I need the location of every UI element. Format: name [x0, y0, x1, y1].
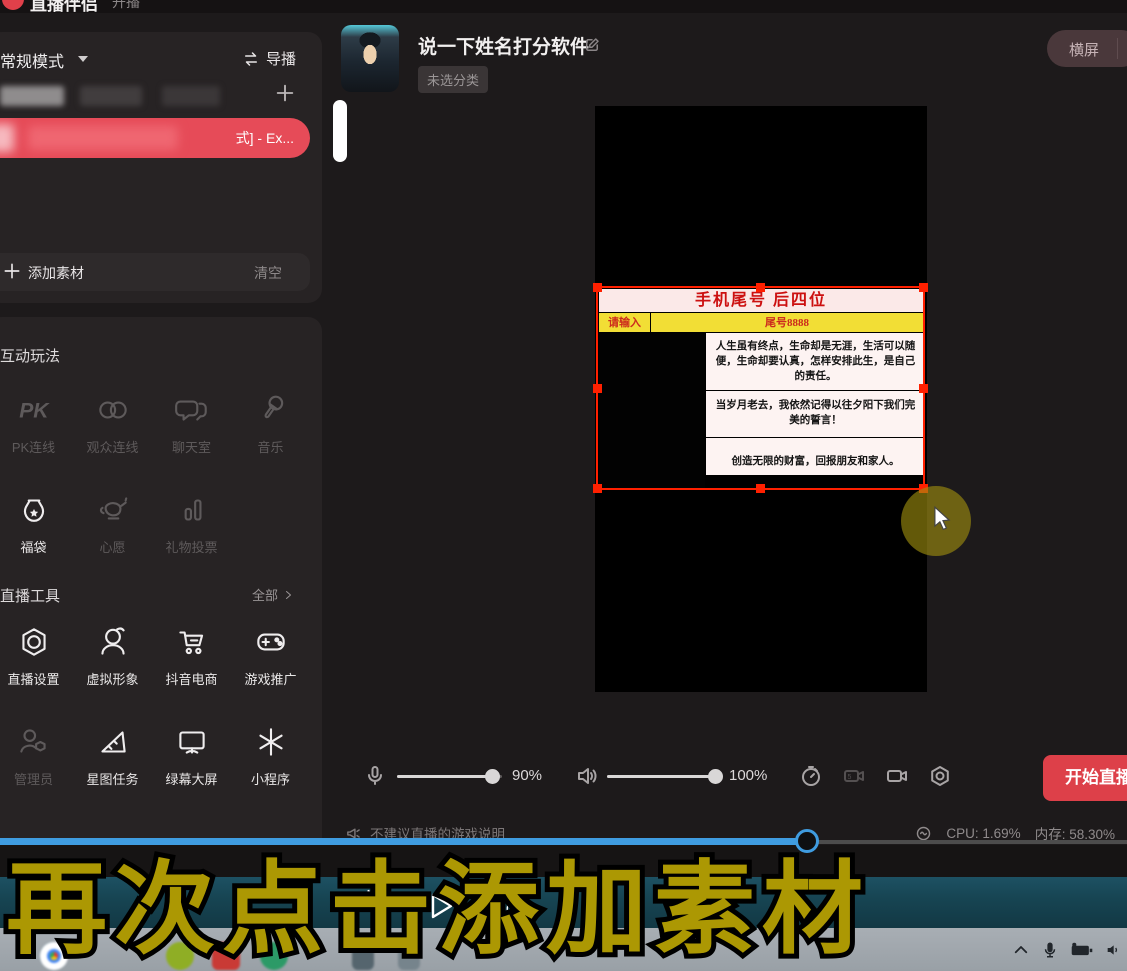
- swap-arrows-icon: [242, 50, 260, 68]
- widget-wish[interactable]: 心愿: [73, 481, 152, 581]
- widget-chatroom[interactable]: 聊天室: [152, 381, 231, 481]
- tray-chevron-up-icon[interactable]: [1012, 941, 1030, 959]
- record-5-icon[interactable]: 5: [842, 764, 866, 788]
- resize-handle[interactable]: [593, 384, 602, 393]
- interactive-section-title: 互动玩法: [0, 345, 60, 366]
- audience-link-icon: [94, 391, 132, 429]
- timer-icon[interactable]: [799, 764, 823, 788]
- director-button[interactable]: 导播: [242, 48, 296, 69]
- tool-ecommerce[interactable]: 抖音电商: [152, 613, 231, 713]
- tool-live-settings[interactable]: 直播设置: [0, 613, 73, 713]
- widget-pk-link[interactable]: PK PK连线: [0, 381, 73, 481]
- edit-title-icon[interactable]: [583, 36, 601, 54]
- app-window: 直播伴侣 开播 常规模式 导播 式] - Ex...: [0, 0, 1127, 971]
- svg-text:5: 5: [848, 774, 852, 781]
- app-logo-title: 直播伴侣: [30, 0, 98, 13]
- tool-admin[interactable]: 管理员: [0, 713, 73, 813]
- stream-toolbar: 90% 100% 5 开始直播: [335, 750, 1127, 802]
- panel-drag-handle[interactable]: [333, 100, 347, 162]
- start-live-button[interactable]: 开始直播: [1043, 755, 1127, 801]
- tools-all-link[interactable]: 全部: [252, 585, 294, 604]
- virtual-avatar-icon: [94, 623, 132, 661]
- microphone-icon[interactable]: [363, 764, 387, 788]
- category-badge[interactable]: 未选分类: [418, 66, 488, 93]
- resize-handle[interactable]: [919, 283, 928, 292]
- tool-star-task[interactable]: 星图任务: [73, 713, 152, 813]
- tool-virtual-avatar[interactable]: 虚拟形象: [73, 613, 152, 713]
- add-scene-button[interactable]: [274, 82, 296, 104]
- chevron-down-icon: [78, 56, 88, 62]
- gift-vote-icon: [173, 491, 211, 529]
- plus-icon: [2, 261, 22, 281]
- admin-icon: [15, 723, 53, 761]
- speaker-volume-value: 100%: [729, 767, 767, 784]
- speaker-icon[interactable]: [575, 764, 599, 788]
- star-task-icon: [94, 723, 132, 761]
- scene-tabs: [0, 84, 310, 108]
- widget-audience-link[interactable]: 观众连线: [73, 381, 152, 481]
- game-promo-icon: [252, 623, 290, 661]
- resize-handle[interactable]: [593, 484, 602, 493]
- mouse-cursor: [931, 506, 953, 532]
- resize-handle[interactable]: [756, 283, 765, 292]
- camera-icon[interactable]: [885, 764, 909, 788]
- widget-music[interactable]: 音乐: [231, 381, 310, 481]
- selected-scene-label: 式] - Ex...: [236, 128, 294, 148]
- system-tray: [1012, 937, 1127, 963]
- tool-game-promo[interactable]: 游戏推广: [231, 613, 310, 713]
- app-logo-icon: [2, 0, 24, 10]
- chevron-right-icon: [282, 589, 294, 601]
- music-icon: [252, 391, 290, 429]
- tray-microphone-icon[interactable]: [1041, 940, 1059, 960]
- add-material-button[interactable]: 添加素材 清空: [0, 253, 310, 291]
- wish-lamp-icon: [94, 491, 132, 529]
- interactive-grid: PK PK连线 观众连线 聊天室 音乐 福袋 心愿: [0, 381, 316, 581]
- scene-tab-blurred[interactable]: [0, 86, 64, 106]
- orientation-landscape-label[interactable]: 横屏: [1069, 39, 1099, 60]
- tab-broadcast[interactable]: 开播: [112, 0, 140, 12]
- selected-scene-item[interactable]: 式] - Ex...: [0, 118, 310, 158]
- video-progress-handle[interactable]: [795, 829, 819, 853]
- tutorial-video-overlay: 10 30 再次点击添加素材: [0, 836, 1127, 971]
- video-progress-filled[interactable]: [0, 838, 797, 845]
- video-progress-track[interactable]: [818, 840, 1127, 844]
- widget-lucky-bag[interactable]: 福袋: [0, 481, 73, 581]
- mode-selector[interactable]: 常规模式: [0, 48, 64, 72]
- clear-button[interactable]: 清空: [254, 263, 282, 283]
- plus-icon: [274, 82, 296, 104]
- resize-handle[interactable]: [919, 384, 928, 393]
- settings-gear-icon[interactable]: [928, 764, 952, 788]
- widgets-panel: 互动玩法 PK PK连线 观众连线 聊天室 音乐 福袋: [0, 317, 322, 877]
- mic-volume-slider[interactable]: [397, 775, 502, 778]
- resize-handle[interactable]: [593, 283, 602, 292]
- tutorial-caption: 再次点击添加素材: [6, 860, 870, 961]
- mic-volume-value: 90%: [512, 767, 542, 784]
- tool-mini-program[interactable]: 小程序: [231, 713, 310, 813]
- resize-handle[interactable]: [756, 484, 765, 493]
- widget-gift-vote[interactable]: 礼物投票: [152, 481, 231, 581]
- green-screen-icon: [173, 723, 211, 761]
- mini-program-icon: [252, 723, 290, 761]
- selection-border[interactable]: [596, 286, 925, 490]
- live-settings-icon: [15, 623, 53, 661]
- scene-tab-blurred[interactable]: [162, 86, 220, 106]
- tool-green-screen[interactable]: 绿幕大屏: [152, 713, 231, 813]
- orientation-toggle[interactable]: 横屏: [1047, 30, 1127, 67]
- chatroom-icon: [173, 391, 211, 429]
- scene-tab-blurred[interactable]: [80, 86, 142, 106]
- tray-speaker-icon[interactable]: [1105, 941, 1121, 959]
- preview-canvas[interactable]: 手机尾号 后四位 请输入 尾号8888 人生虽有终点，生命却是无涯，生活可以随便…: [595, 106, 927, 692]
- ecommerce-cart-icon: [173, 623, 211, 661]
- room-title: 说一下姓名打分软件: [418, 32, 589, 59]
- svg-text:PK: PK: [19, 399, 50, 422]
- speaker-volume-slider[interactable]: [607, 775, 717, 778]
- app-topbar: 直播伴侣 开播: [0, 0, 1127, 13]
- lucky-bag-icon: [15, 491, 53, 529]
- tools-section-title: 直播工具: [0, 585, 60, 606]
- tray-battery-icon[interactable]: [1070, 941, 1094, 959]
- avatar: [341, 25, 399, 92]
- scene-panel: 常规模式 导播 式] - Ex... 添加素材 清空: [0, 32, 322, 303]
- tools-grid: 直播设置 虚拟形象 抖音电商 游戏推广 管理员 星图任务: [0, 613, 316, 813]
- pk-link-icon: PK: [15, 391, 53, 429]
